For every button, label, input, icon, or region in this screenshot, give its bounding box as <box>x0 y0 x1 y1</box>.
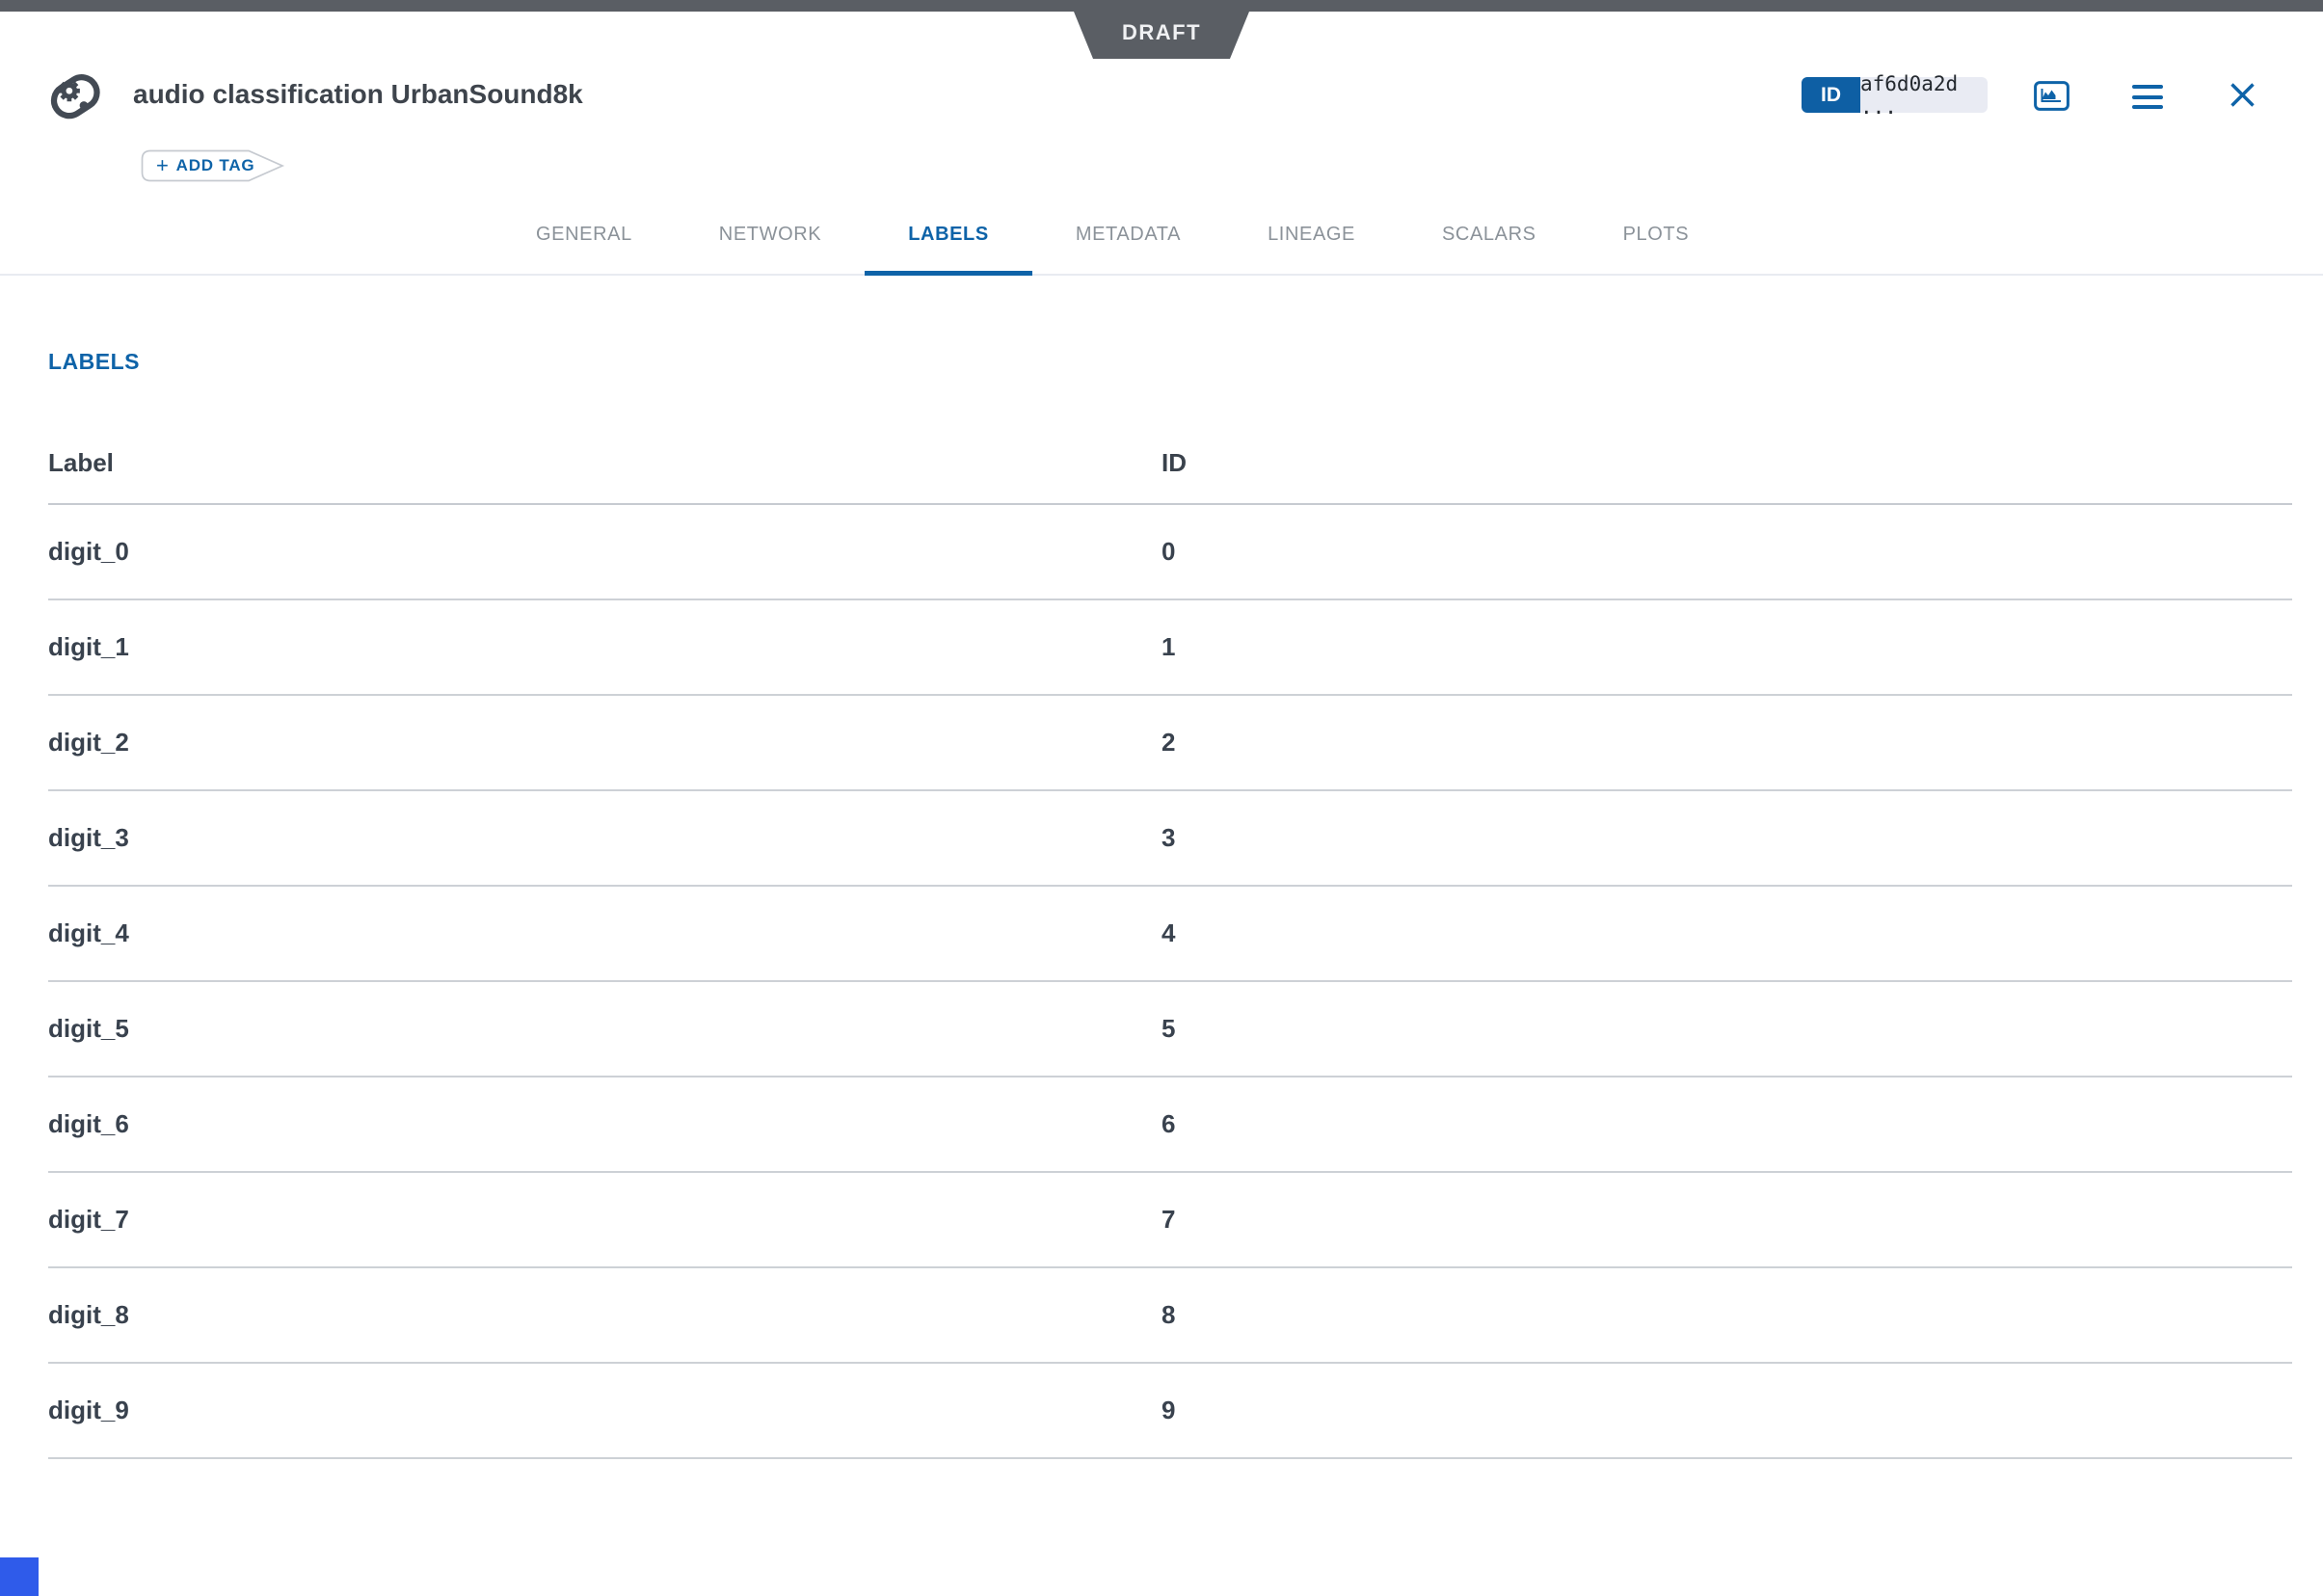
table-row: digit_4 4 <box>48 887 2292 982</box>
id-badge-value: af6d0a2d ... <box>1860 77 1988 113</box>
plus-icon: + <box>156 155 170 176</box>
tab-lineage[interactable]: LINEAGE <box>1224 195 1399 274</box>
id-cell: 8 <box>1162 1300 2292 1330</box>
tab-label: METADATA <box>1076 224 1181 246</box>
top-status-bar <box>0 0 2323 12</box>
table-row: digit_8 8 <box>48 1268 2292 1364</box>
column-header-label: Label <box>48 443 1162 478</box>
table-row: digit_9 9 <box>48 1364 2292 1459</box>
label-cell: digit_6 <box>48 1109 1162 1139</box>
id-cell: 7 <box>1162 1205 2292 1235</box>
label-cell: digit_1 <box>48 632 1162 662</box>
status-ribbon-label: DRAFT <box>1122 20 1201 45</box>
tab-label: PLOTS <box>1623 224 1690 246</box>
id-cell: 4 <box>1162 918 2292 948</box>
label-cell: digit_3 <box>48 823 1162 853</box>
tab-scalars[interactable]: SCALARS <box>1399 195 1580 274</box>
id-cell: 3 <box>1162 823 2292 853</box>
corner-square <box>0 1557 39 1596</box>
table-row: digit_6 6 <box>48 1077 2292 1173</box>
tab-label: GENERAL <box>536 224 632 246</box>
tab-general[interactable]: GENERAL <box>493 195 676 274</box>
id-cell: 0 <box>1162 537 2292 567</box>
id-badge-label: ID <box>1802 77 1860 113</box>
menu-icon[interactable] <box>2132 85 2163 116</box>
label-cell: digit_7 <box>48 1205 1162 1235</box>
page-title: audio classification UrbanSound8k <box>133 79 583 110</box>
tab-plots[interactable]: PLOTS <box>1580 195 1733 274</box>
tab-labels[interactable]: LABELS <box>865 195 1032 274</box>
table-body: digit_0 0 digit_1 1 digit_2 2 digit_3 3 … <box>48 505 2292 1459</box>
table-row: digit_1 1 <box>48 600 2292 696</box>
add-tag-label: ADD TAG <box>176 156 255 175</box>
labels-table: Label ID digit_0 0 digit_1 1 digit_2 2 d… <box>48 443 2292 1459</box>
tab-bar: GENERAL NETWORK LABELS METADATA LINEAGE … <box>0 195 2323 276</box>
label-cell: digit_0 <box>48 537 1162 567</box>
label-cell: digit_9 <box>48 1396 1162 1425</box>
id-cell: 6 <box>1162 1109 2292 1139</box>
tab-label: LINEAGE <box>1268 224 1355 246</box>
tab-label: SCALARS <box>1442 224 1536 246</box>
id-badge[interactable]: ID af6d0a2d ... <box>1802 77 1988 113</box>
label-cell: digit_4 <box>48 918 1162 948</box>
tab-network[interactable]: NETWORK <box>676 195 865 274</box>
section-title: LABELS <box>48 349 140 375</box>
experiment-detail-panel: DRAFT audio classification UrbanSound8k … <box>0 0 2323 1596</box>
label-cell: digit_8 <box>48 1300 1162 1330</box>
close-icon[interactable] <box>2230 82 2256 113</box>
status-ribbon: DRAFT <box>1074 12 1249 59</box>
tab-label: LABELS <box>908 224 989 246</box>
id-cell: 2 <box>1162 728 2292 758</box>
id-cell: 5 <box>1162 1014 2292 1044</box>
tab-label: NETWORK <box>719 224 821 246</box>
id-cell: 1 <box>1162 632 2292 662</box>
plots-preview-icon[interactable] <box>2034 81 2069 116</box>
label-cell: digit_5 <box>48 1014 1162 1044</box>
tab-metadata[interactable]: METADATA <box>1032 195 1224 274</box>
add-tag-button[interactable]: + ADD TAG <box>141 149 285 182</box>
table-row: digit_2 2 <box>48 696 2292 791</box>
model-icon <box>45 66 105 128</box>
table-row: digit_5 5 <box>48 982 2292 1077</box>
column-header-id: ID <box>1162 443 2292 478</box>
table-row: digit_3 3 <box>48 791 2292 887</box>
table-row: digit_7 7 <box>48 1173 2292 1268</box>
label-cell: digit_2 <box>48 728 1162 758</box>
table-header-row: Label ID <box>48 443 2292 505</box>
table-row: digit_0 0 <box>48 505 2292 600</box>
id-cell: 9 <box>1162 1396 2292 1425</box>
